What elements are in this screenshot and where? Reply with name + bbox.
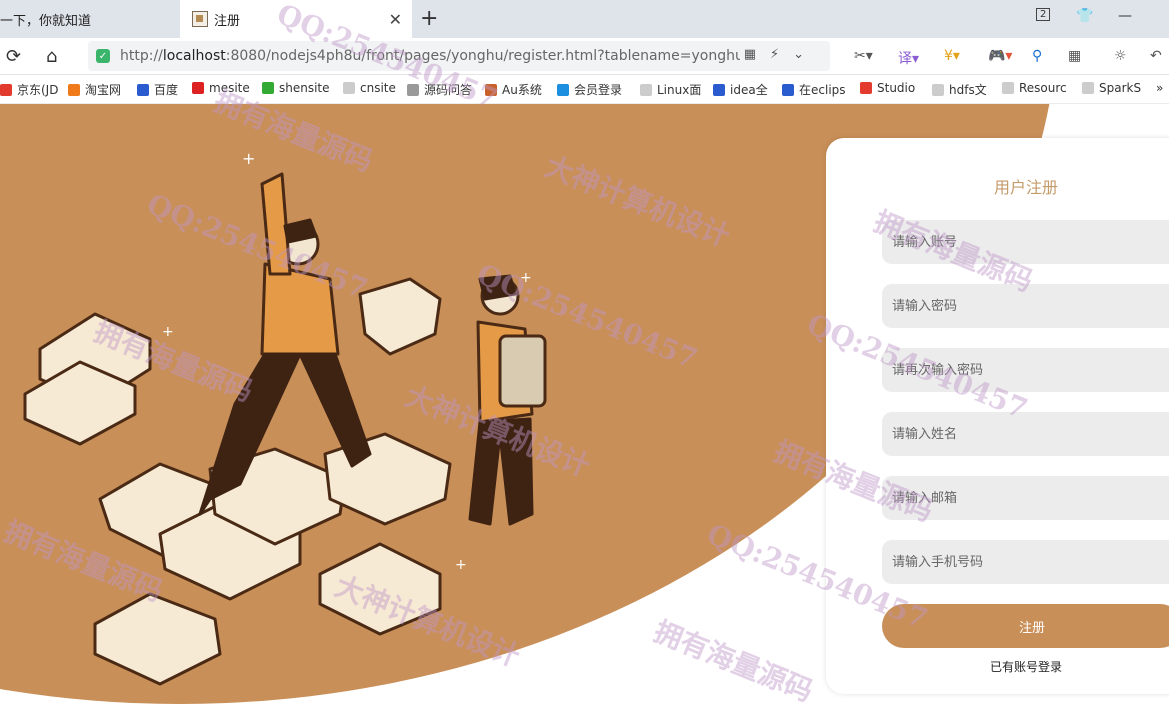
browser-tab-bar: 一下，你就知道 注册 ✕ + 2 👕 — (0, 0, 1169, 38)
name-input[interactable] (882, 412, 1169, 456)
translate-icon[interactable]: 译▾ (898, 48, 919, 68)
account-input[interactable] (882, 220, 1169, 264)
bookmark-icon (0, 83, 12, 96)
svg-text:+: + (242, 149, 255, 168)
minimize-icon[interactable]: — (1118, 8, 1132, 24)
tab-count-icon[interactable]: 2 (1036, 8, 1051, 21)
bookmark-icon (68, 83, 80, 96)
new-tab-icon[interactable]: + (420, 6, 438, 31)
register-button[interactable]: 注册 (882, 604, 1169, 648)
bookmark-item[interactable]: Au系统 (485, 81, 542, 98)
bookmark-item[interactable]: SparkS (1082, 81, 1141, 95)
bookmark-item[interactable]: Linux面 (640, 81, 701, 98)
bookmark-icon (343, 82, 355, 94)
bookmark-item[interactable]: 源码问答 (407, 81, 472, 98)
more-bookmarks-icon[interactable]: » (1156, 81, 1163, 95)
scissors-icon[interactable]: ✂▾ (854, 48, 873, 64)
bookmark-icon (557, 83, 569, 96)
password-input[interactable] (882, 284, 1169, 328)
bookmark-icon (1082, 82, 1094, 94)
reload-icon[interactable]: ⟳ (6, 46, 21, 67)
password-confirm-input[interactable] (882, 348, 1169, 392)
bookmark-icon (932, 83, 944, 96)
bookmark-icon (860, 82, 872, 94)
bookmark-item[interactable]: shensite (262, 81, 330, 95)
bookmark-icon (262, 82, 274, 94)
shirt-icon[interactable]: 👕 (1076, 8, 1093, 24)
svg-text:+: + (162, 324, 174, 340)
tab-label: 一下，你就知道 (0, 13, 92, 29)
url-actions-icons[interactable]: ▦⚡⌄ (744, 47, 818, 62)
tab-register[interactable]: 注册 ✕ (180, 0, 412, 38)
bookmark-icon (640, 83, 652, 96)
bookmark-icon (192, 82, 204, 94)
search-icon[interactable]: ⚲ (1032, 48, 1042, 64)
bookmarks-bar: 京东(JD 淘宝网 百度 mesite shensite cnsite 源码问答… (0, 75, 1169, 104)
shield-icon: ✓ (96, 49, 110, 63)
email-input[interactable] (882, 476, 1169, 520)
bookmark-icon (782, 83, 794, 96)
svg-text:+: + (520, 270, 532, 286)
bookmark-item[interactable]: Studio (860, 81, 915, 95)
sun-icon[interactable]: ☼ (1114, 48, 1127, 64)
coin-icon[interactable]: ¥▾ (944, 48, 960, 64)
bookmark-item[interactable]: Resourc (1002, 81, 1067, 95)
login-link[interactable]: 已有账号登录 (882, 658, 1169, 675)
home-icon[interactable]: ⌂ (46, 46, 57, 67)
svg-text:+: + (455, 557, 467, 573)
gamepad-icon[interactable]: 🎮▾ (988, 48, 1012, 64)
url-field[interactable]: ✓ http://localhost:8080/nodejs4ph8u/fron… (88, 41, 830, 71)
bookmark-icon (407, 83, 419, 96)
register-card: 用户注册 注册 已有账号登录 (826, 138, 1169, 694)
phone-input[interactable] (882, 540, 1169, 584)
page-favicon-icon (192, 11, 208, 27)
bookmark-item[interactable]: 会员登录 (557, 81, 622, 98)
bookmark-icon (713, 83, 725, 96)
bookmark-item[interactable]: hdfs文 (932, 81, 987, 98)
bookmark-icon (1002, 82, 1014, 94)
bookmark-item[interactable]: 京东(JD (0, 81, 58, 98)
tab-label: 注册 (214, 13, 241, 29)
undo-icon[interactable]: ↶ (1150, 48, 1162, 64)
bookmark-item[interactable]: idea全 (713, 81, 768, 98)
puzzle-illustration: + + + + (23, 149, 547, 686)
register-title: 用户注册 (993, 178, 1058, 197)
url-text[interactable]: http://localhost:8080/nodejs4ph8u/front/… (120, 48, 740, 64)
address-bar: ⟳ ⌂ ✓ http://localhost:8080/nodejs4ph8u/… (0, 38, 1169, 75)
bookmark-item[interactable]: 百度 (137, 81, 178, 98)
tab-baidu[interactable]: 一下，你就知道 (0, 0, 180, 38)
bookmark-item[interactable]: 在eclips (782, 81, 846, 98)
bookmark-item[interactable]: mesite (192, 81, 250, 95)
bookmark-icon (485, 83, 497, 96)
close-icon[interactable]: ✕ (389, 10, 402, 29)
register-page: + + + + 用户注册 注册 已有账号登录 (0, 104, 1169, 713)
bookmark-item[interactable]: 淘宝网 (68, 81, 121, 98)
grid-icon[interactable]: ▦ (1068, 48, 1081, 64)
bookmark-icon (137, 83, 149, 96)
bookmark-item[interactable]: cnsite (343, 81, 396, 95)
